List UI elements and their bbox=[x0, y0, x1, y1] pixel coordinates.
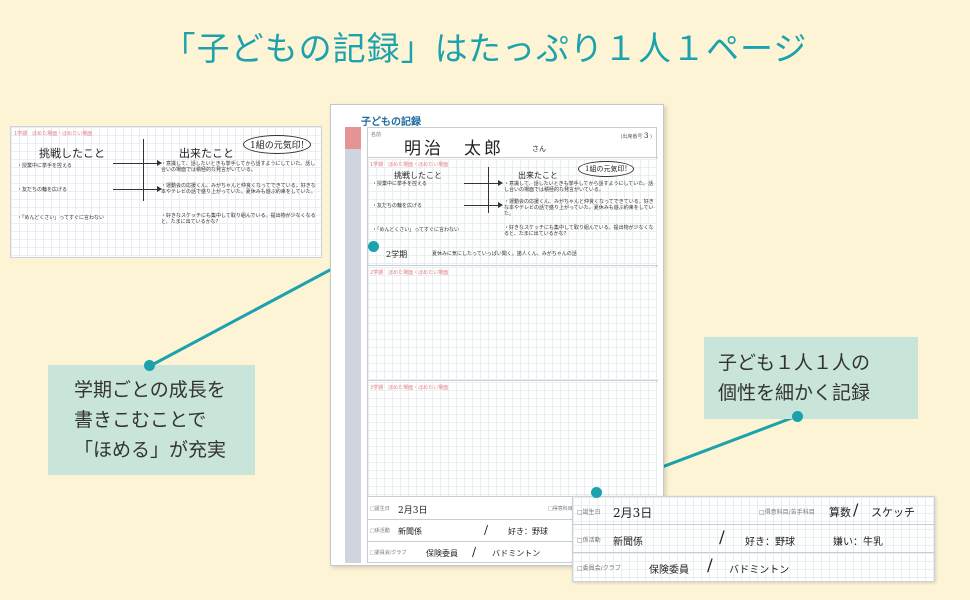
snip-challenge-2: ・友だちの輪を広げる bbox=[17, 187, 68, 193]
term1-arrowhead-2 bbox=[498, 202, 503, 208]
term1-header: 1学期 ほめた場面・ほめたい場面 bbox=[370, 162, 449, 168]
birthday-value: 2月3日 bbox=[398, 506, 428, 516]
callout-individuality-line-1: 子ども１人１人の bbox=[718, 352, 871, 374]
term1-challenge-3: ・「めんどくさい」ってすぐに言わない bbox=[372, 227, 459, 233]
page-title: 子どもの記録 bbox=[361, 117, 421, 128]
snip-done-title: 出来たこと bbox=[179, 147, 234, 160]
snip-subjects-label: □得意科目/苦手科目 bbox=[759, 509, 815, 516]
name-label: 名前 bbox=[371, 132, 382, 138]
committee-slash: / bbox=[484, 523, 489, 537]
connector-dot-right-end bbox=[792, 411, 803, 422]
term1-achievement-3: ・好きなスケッチにも集中して取り組んでいる。提出物が少なくなると、たまに出ている… bbox=[504, 225, 654, 237]
birthday-label: □誕生日 bbox=[370, 506, 390, 512]
term2-header: 2学期 ほめた場面・ほめたい場面 bbox=[370, 270, 449, 276]
term1-challenge-2: ・友だちの輪を広げる bbox=[372, 203, 423, 209]
snip-committee-value: 新聞係 bbox=[613, 537, 643, 548]
snip-badge: 1組の元気印! bbox=[243, 135, 312, 154]
snip-arrow-1 bbox=[113, 163, 157, 164]
term1-zoom-snippet: 1学期 ほめた場面・ほめたい場面 挑戦したこと 出来たこと 1組の元気印! ・授… bbox=[10, 126, 322, 258]
name-row: 名前 明治 太郎 さん (出席番号 3 ) bbox=[368, 128, 658, 159]
snip-subject-good: 算数 bbox=[829, 506, 851, 519]
committee-label: □係活動 bbox=[370, 528, 390, 534]
term1-achievement-2: ・運動会の応援くん、みがちゃんと仲良くなってできている。好きな本やテレビの話で盛… bbox=[504, 199, 654, 217]
term2-note-label: 2学期 bbox=[386, 250, 408, 259]
snip-row-committee: □係活動 新聞係 / 好き：野球 嫌い：牛乳 bbox=[573, 525, 934, 553]
snip-club: バドミントン bbox=[729, 565, 790, 576]
snip-birthday-value: 2月3日 bbox=[613, 506, 653, 520]
term2-note-text: 夏休みに気にしたっていっぱい聞く。諸人くん、みがちゃんの話 bbox=[432, 251, 577, 257]
term3-header: 3学期 ほめた場面・ほめたい場面 bbox=[370, 385, 449, 391]
snip-achievement-1: ・意識して、話したいときも挙手してから話すようにしていた。話し合いの場面では積極… bbox=[161, 161, 316, 173]
term1-arrow-1 bbox=[464, 183, 498, 184]
snip-row-club: □委員会/クラブ 保険委員 / バドミントン bbox=[573, 553, 934, 581]
callout-growth: 学期ごとの成長を 書きこむことで 「ほめる」が充実 bbox=[48, 365, 255, 475]
student-number: (出席番号 3 ) bbox=[620, 132, 652, 140]
club-label: □委員会/クラブ bbox=[370, 550, 407, 556]
connector-dot-right-start bbox=[591, 487, 602, 498]
snip-club-slash: / bbox=[707, 556, 713, 576]
page-side-tab bbox=[345, 127, 361, 149]
snip-term-header: 1学期 ほめた場面・ほめたい場面 bbox=[14, 131, 93, 137]
term1-arrow-2 bbox=[464, 205, 498, 206]
club-value: バドミントン bbox=[492, 549, 541, 558]
snip-achievement-2: ・運動会の応援くん、みがちゃんと仲良くなってできている。好きな本やテレビの話で盛… bbox=[161, 183, 316, 195]
committee-value: 新聞係 bbox=[398, 527, 422, 536]
snip-row-birthday: □誕生日 2月3日 □得意科目/苦手科目 算数 / スケッチ bbox=[573, 497, 934, 525]
name-suffix: さん bbox=[532, 145, 546, 153]
snip-arrow-2 bbox=[113, 189, 157, 190]
term1-challenge-title: 挑戦したこと bbox=[394, 171, 442, 180]
term3-section: 3学期 ほめた場面・ほめたい場面 bbox=[368, 382, 658, 497]
snip-club-label: □委員会/クラブ bbox=[577, 565, 621, 572]
snip-dislikes: 嫌い：牛乳 bbox=[833, 537, 883, 548]
snip-birthday-label: □誕生日 bbox=[577, 509, 601, 516]
term1-done-title: 出来たこと bbox=[518, 171, 558, 180]
term1-achievement-1: ・意識して、話したいときも挙手してから話すようにしていた。話し合いの場面では積極… bbox=[504, 181, 654, 193]
likes-value: 好き：野球 bbox=[508, 527, 548, 536]
snip-challenge-3: ・「めんどくさい」ってすぐに言わない bbox=[17, 215, 104, 221]
connector-dot-left-end bbox=[368, 241, 379, 252]
term1-section: 1学期 ほめた場面・ほめたい場面 挑戦したこと 出来たこと 1組の元気印! ・授… bbox=[368, 159, 658, 266]
term2-section: 2学期 ほめた場面・ほめたい場面 bbox=[368, 267, 658, 381]
term1-arrowhead-1 bbox=[498, 180, 503, 186]
snip-committee-slash: / bbox=[719, 528, 725, 548]
connector-dot-left-start bbox=[144, 360, 155, 371]
snip-divider bbox=[143, 139, 144, 201]
student-name: 明治 太郎 bbox=[404, 139, 504, 159]
page-side-bar bbox=[345, 127, 361, 563]
snip-likes: 好き：野球 bbox=[745, 537, 795, 548]
snip-subjects-slash: / bbox=[853, 500, 859, 519]
term1-badge: 1組の元気印! bbox=[578, 161, 635, 177]
callout-individuality-line-2: 個性を細かく記録 bbox=[718, 382, 871, 404]
callout-growth-line-2: 書きこむことで bbox=[74, 409, 207, 431]
snip-achievement-3: ・好きなスケッチにも集中して取り組んでいる。提出物が少なくなると、たまに出ている… bbox=[161, 213, 316, 225]
snip-club-committee: 保険委員 bbox=[649, 565, 689, 576]
snip-committee-label: □係活動 bbox=[577, 537, 601, 544]
callout-growth-line-1: 学期ごとの成長を bbox=[74, 379, 226, 401]
snip-challenge-1: ・授業中に挙手を控える bbox=[17, 163, 72, 169]
headline: 「子どもの記録」はたっぷり１人１ページ bbox=[162, 29, 808, 68]
callout-individuality: 子ども１人１人の 個性を細かく記録 bbox=[704, 337, 918, 419]
snip-challenge-title: 挑戦したこと bbox=[39, 147, 105, 160]
footer-zoom-snippet: □誕生日 2月3日 □得意科目/苦手科目 算数 / スケッチ □係活動 新聞係 … bbox=[572, 496, 935, 582]
term1-divider bbox=[488, 167, 489, 213]
callout-growth-line-3: 「ほめる」が充実 bbox=[74, 439, 227, 461]
snip-subject-bad: スケッチ bbox=[871, 506, 915, 519]
club-committee-value: 保険委員 bbox=[426, 549, 458, 558]
club-slash: / bbox=[472, 545, 477, 559]
term1-challenge-1: ・授業中に挙手を控える bbox=[372, 181, 427, 187]
